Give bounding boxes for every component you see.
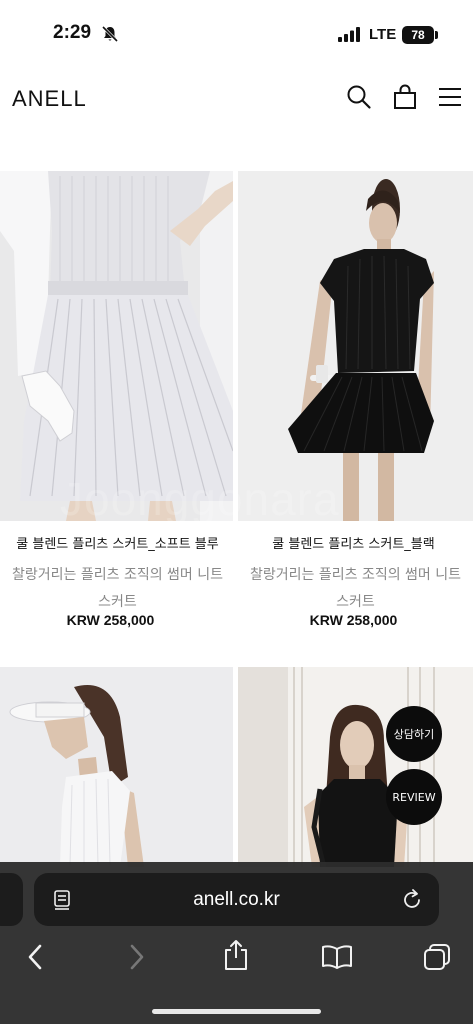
product-description: 찰랑거리는 플리츠 조직의 썸머 니트스커트 xyxy=(250,567,461,610)
brand-logo[interactable]: ANELL xyxy=(12,86,87,112)
status-bar: 2:29 LTE 78 xyxy=(0,0,473,60)
hamburger-menu-icon[interactable] xyxy=(437,84,463,110)
home-indicator xyxy=(152,1009,321,1014)
browser-toolbar: anell.co.kr xyxy=(0,862,473,1024)
product-description: 찰랑거리는 플리츠 조직의 썸머 니트스커트 xyxy=(12,567,223,610)
product-card[interactable] xyxy=(0,667,235,867)
product-card[interactable]: 쿨 블렌드 플리츠 스커트_블랙 찰랑거리는 플리츠 조직의 썸머 니트스커트 … xyxy=(238,171,473,641)
reload-icon[interactable] xyxy=(400,888,424,912)
review-button[interactable]: REVIEW xyxy=(386,769,442,825)
forward-icon[interactable] xyxy=(126,942,148,972)
product-card[interactable]: 쿨 블렌드 플리츠 스커트_소프트 블루 찰랑거리는 플리츠 조직의 썸머 니트… xyxy=(0,171,235,641)
status-time: 2:29 xyxy=(53,22,92,43)
search-icon[interactable] xyxy=(346,84,372,110)
battery-indicator: 78 xyxy=(402,26,434,44)
bell-muted-icon xyxy=(101,25,119,43)
tabs-icon[interactable] xyxy=(422,942,452,972)
product-image[interactable] xyxy=(238,667,473,867)
cellular-signal-icon xyxy=(338,27,360,42)
product-name[interactable]: 쿨 블렌드 플리츠 스커트_블랙 xyxy=(236,533,471,552)
product-price: KRW 258,000 xyxy=(66,612,155,628)
product-image[interactable] xyxy=(238,171,473,521)
previous-tab-preview[interactable] xyxy=(0,873,23,926)
bookmarks-icon[interactable] xyxy=(320,944,354,970)
product-image[interactable] xyxy=(0,667,233,867)
back-icon[interactable] xyxy=(24,942,46,972)
product-image[interactable] xyxy=(0,171,233,521)
site-header: ANELL xyxy=(0,60,473,140)
product-name[interactable]: 쿨 블렌드 플리츠 스커트_소프트 블루 xyxy=(0,533,235,552)
product-price: KRW 258,000 xyxy=(309,612,398,628)
address-bar[interactable]: anell.co.kr xyxy=(34,873,439,926)
url-text[interactable]: anell.co.kr xyxy=(34,889,439,911)
battery-nub xyxy=(435,31,438,39)
shopping-bag-icon[interactable] xyxy=(392,84,418,110)
network-type: LTE xyxy=(369,26,397,43)
share-icon[interactable] xyxy=(222,938,250,972)
consult-button[interactable]: 상담하기 xyxy=(386,706,442,762)
product-card[interactable] xyxy=(238,667,473,867)
